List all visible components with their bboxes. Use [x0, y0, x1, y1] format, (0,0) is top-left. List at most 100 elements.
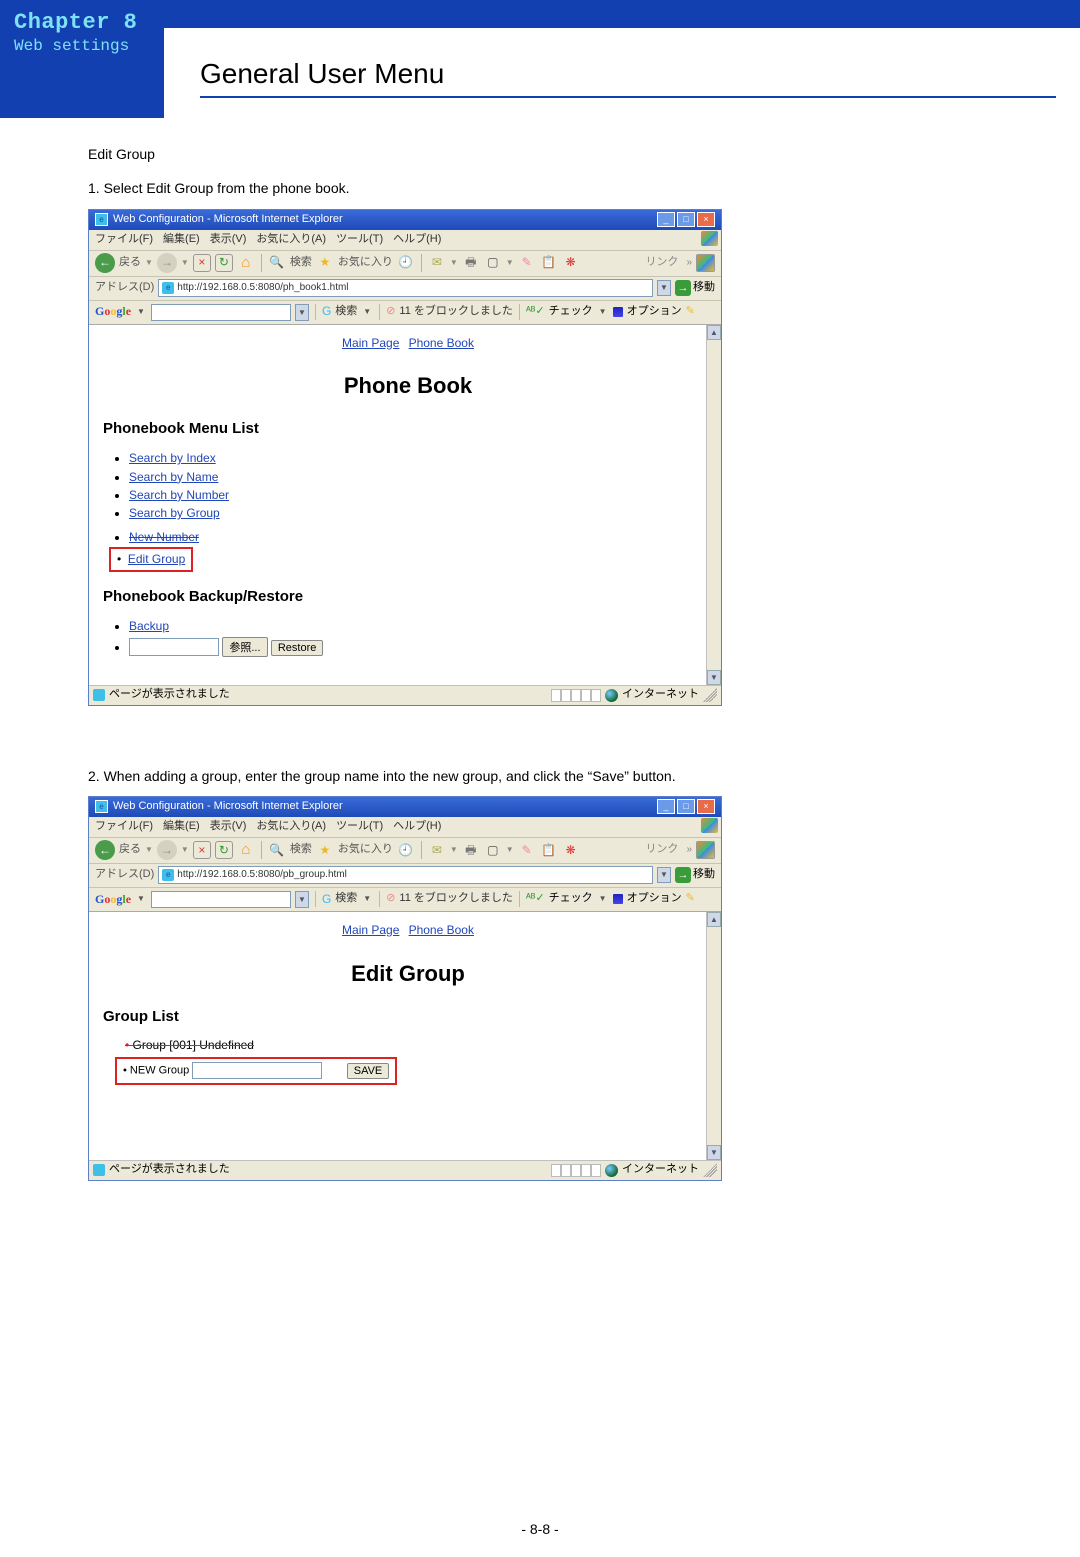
- google-logo-dd[interactable]: ▼: [135, 306, 147, 318]
- link-edit-group[interactable]: Edit Group: [128, 552, 185, 566]
- links-dd[interactable]: »: [686, 256, 692, 271]
- fwd-dd[interactable]: ▼: [181, 257, 189, 269]
- search-icon[interactable]: 🔍: [268, 841, 286, 859]
- address-field[interactable]: e http://192.168.0.5:8080/pb_group.html: [158, 866, 653, 884]
- google-search-input[interactable]: [151, 891, 291, 908]
- google-autofill-icon[interactable]: ✎: [686, 304, 695, 320]
- favorites-star-icon[interactable]: ★: [316, 254, 334, 272]
- favorites-label[interactable]: お気に入り: [338, 255, 393, 271]
- refresh-icon[interactable]: ↻: [215, 254, 233, 272]
- maximize-button[interactable]: □: [677, 799, 695, 814]
- vertical-scrollbar[interactable]: ▲ ▼: [706, 912, 721, 1160]
- google-block-icon[interactable]: ⊘: [386, 891, 395, 907]
- print-icon[interactable]: 🖶: [462, 841, 480, 859]
- google-option-icon[interactable]: [613, 894, 623, 904]
- menu-help[interactable]: ヘルプ(H): [393, 232, 441, 248]
- links-dd[interactable]: »: [686, 843, 692, 858]
- google-logo[interactable]: Google: [95, 891, 131, 908]
- scroll-up-icon[interactable]: ▲: [707, 912, 721, 927]
- fwd-dd[interactable]: ▼: [181, 844, 189, 856]
- menu-favorites[interactable]: お気に入り(A): [256, 819, 326, 835]
- address-dropdown[interactable]: ▼: [657, 280, 671, 296]
- google-check-label[interactable]: チェック: [549, 891, 593, 907]
- mail-dd[interactable]: ▼: [450, 257, 458, 269]
- menu-edit[interactable]: 編集(E): [163, 232, 200, 248]
- favorites-label[interactable]: お気に入り: [338, 842, 393, 858]
- menu-help[interactable]: ヘルプ(H): [393, 819, 441, 835]
- minimize-button[interactable]: _: [657, 799, 675, 814]
- google-check-icon[interactable]: ᴬᴮ✓: [526, 891, 545, 907]
- resize-grip-icon[interactable]: [703, 1163, 717, 1177]
- close-button[interactable]: ×: [697, 799, 715, 814]
- close-button[interactable]: ×: [697, 212, 715, 227]
- google-check-dd[interactable]: ▼: [597, 893, 609, 905]
- menu-view[interactable]: 表示(V): [210, 232, 247, 248]
- menu-file[interactable]: ファイル(F): [95, 232, 153, 248]
- history-icon[interactable]: 🕘: [397, 841, 415, 859]
- menu-view[interactable]: 表示(V): [210, 819, 247, 835]
- link-new-number-struck[interactable]: New Number: [129, 530, 199, 544]
- google-option-label[interactable]: オプション: [627, 304, 682, 320]
- scroll-up-icon[interactable]: ▲: [707, 325, 721, 340]
- google-search-dd[interactable]: ▼: [295, 304, 309, 321]
- google-search-icon[interactable]: G: [322, 891, 331, 908]
- refresh-icon[interactable]: ↻: [215, 841, 233, 859]
- go-button[interactable]: → 移動: [675, 280, 715, 296]
- google-logo-dd[interactable]: ▼: [135, 893, 147, 905]
- discuss-icon[interactable]: ✎: [518, 841, 536, 859]
- go-button[interactable]: → 移動: [675, 867, 715, 883]
- page-dd[interactable]: ▼: [506, 257, 514, 269]
- forward-icon[interactable]: →: [157, 840, 177, 860]
- address-field[interactable]: e http://192.168.0.5:8080/ph_book1.html: [158, 279, 653, 297]
- favorites-star-icon[interactable]: ★: [316, 841, 334, 859]
- back-label[interactable]: 戻る: [119, 842, 141, 858]
- link-search-by-number[interactable]: Search by Number: [129, 488, 229, 502]
- clipboard-icon[interactable]: 📋: [540, 841, 558, 859]
- link-search-by-name[interactable]: Search by Name: [129, 470, 218, 484]
- link-search-by-index[interactable]: Search by Index: [129, 451, 216, 465]
- save-button[interactable]: SAVE: [347, 1063, 390, 1079]
- scroll-down-icon[interactable]: ▼: [707, 670, 721, 685]
- search-label[interactable]: 検索: [290, 842, 312, 858]
- google-search-dd[interactable]: ▼: [295, 891, 309, 908]
- link-search-by-group[interactable]: Search by Group: [129, 506, 220, 520]
- vertical-scrollbar[interactable]: ▲ ▼: [706, 325, 721, 685]
- google-search-input[interactable]: [151, 304, 291, 321]
- home-icon[interactable]: ⌂: [237, 841, 255, 859]
- new-group-input[interactable]: [192, 1062, 322, 1079]
- menu-tools[interactable]: ツール(T): [336, 232, 383, 248]
- mail-icon[interactable]: ✉: [428, 841, 446, 859]
- clipboard-icon[interactable]: 📋: [540, 254, 558, 272]
- scroll-down-icon[interactable]: ▼: [707, 1145, 721, 1160]
- file-input[interactable]: [129, 638, 219, 656]
- address-dropdown[interactable]: ▼: [657, 867, 671, 883]
- search-label[interactable]: 検索: [290, 255, 312, 271]
- menu-tools[interactable]: ツール(T): [336, 819, 383, 835]
- page-dd[interactable]: ▼: [506, 844, 514, 856]
- google-block-icon[interactable]: ⊘: [386, 304, 395, 320]
- minimize-button[interactable]: _: [657, 212, 675, 227]
- menu-file[interactable]: ファイル(F): [95, 819, 153, 835]
- link-backup[interactable]: Backup: [129, 619, 169, 633]
- google-option-label[interactable]: オプション: [627, 891, 682, 907]
- history-icon[interactable]: 🕘: [397, 254, 415, 272]
- browse-button[interactable]: 参照...: [222, 637, 267, 657]
- restore-button[interactable]: Restore: [271, 640, 324, 656]
- google-check-dd[interactable]: ▼: [597, 306, 609, 318]
- google-check-label[interactable]: チェック: [549, 304, 593, 320]
- google-search-label[interactable]: 検索: [335, 891, 357, 907]
- google-search-menu-dd[interactable]: ▼: [361, 306, 373, 318]
- back-dd[interactable]: ▼: [145, 844, 153, 856]
- mail-dd[interactable]: ▼: [450, 844, 458, 856]
- google-search-label[interactable]: 検索: [335, 304, 357, 320]
- google-autofill-icon[interactable]: ✎: [686, 891, 695, 907]
- back-label[interactable]: 戻る: [119, 255, 141, 271]
- link-main-page[interactable]: Main Page: [342, 336, 399, 350]
- google-option-icon[interactable]: [613, 307, 623, 317]
- stop-icon[interactable]: ×: [193, 841, 211, 859]
- link-phone-book[interactable]: Phone Book: [409, 336, 474, 350]
- home-icon[interactable]: ⌂: [237, 254, 255, 272]
- search-icon[interactable]: 🔍: [268, 254, 286, 272]
- links-label[interactable]: リンク: [641, 255, 682, 271]
- link-main-page[interactable]: Main Page: [342, 923, 399, 937]
